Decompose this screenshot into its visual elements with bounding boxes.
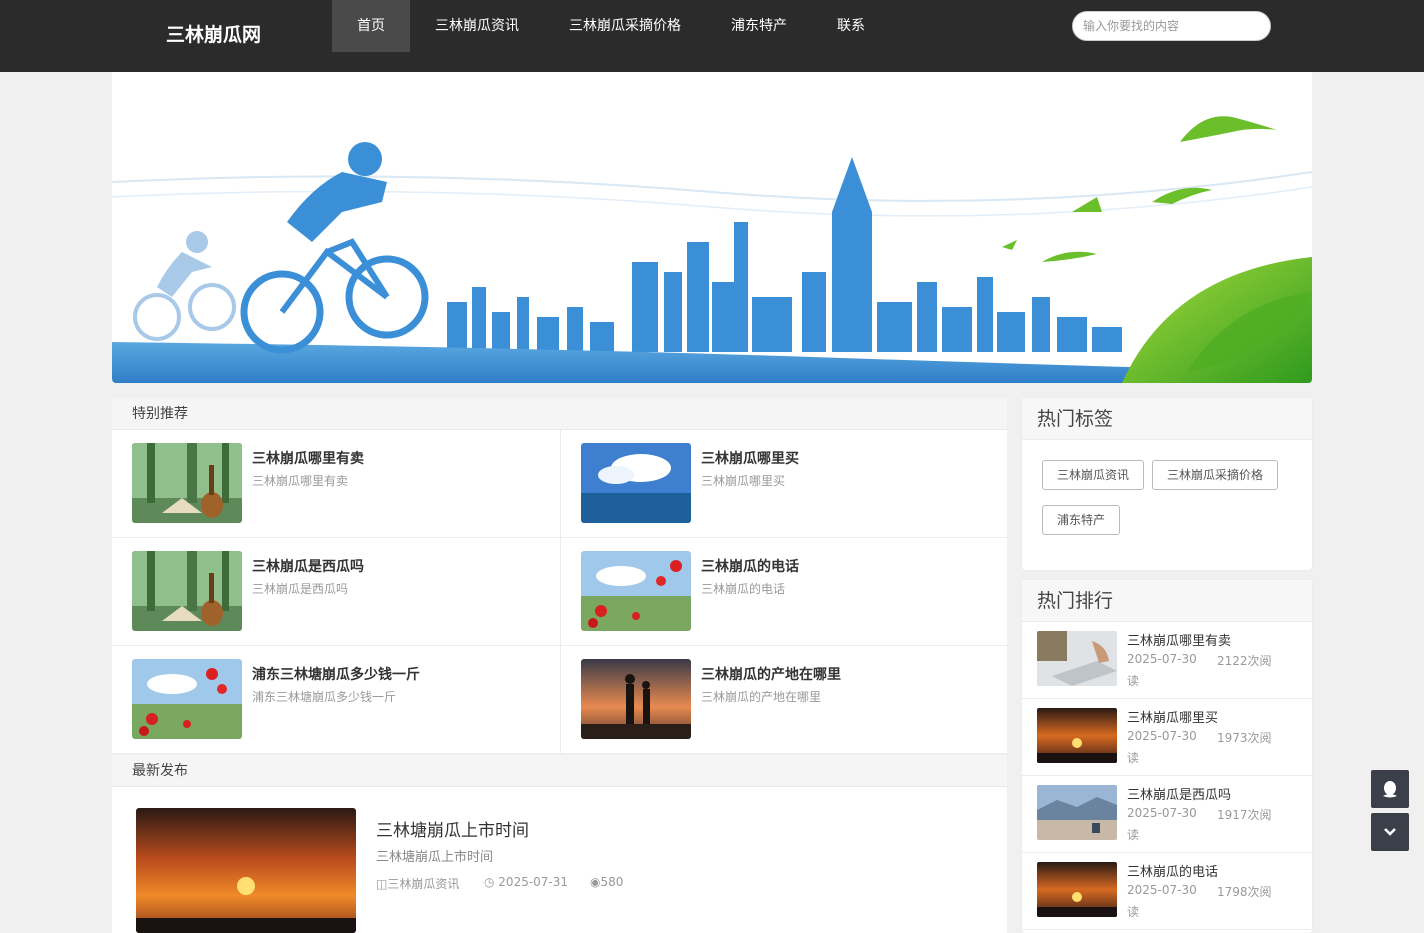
latest-article-desc: 三林塘崩瓜上市时间 xyxy=(376,850,494,865)
ranking-item[interactable]: 三林崩瓜哪里有卖 2025-07-30 2122次阅 读 xyxy=(1022,622,1312,699)
latest-article-category[interactable]: ◫三林崩瓜资讯 xyxy=(376,875,459,892)
ranking-item-views: 2122次阅 xyxy=(1217,654,1272,668)
chevron-down-icon xyxy=(1384,828,1396,836)
qq-contact-button[interactable] xyxy=(1371,770,1409,808)
featured-item-title[interactable]: 三林崩瓜哪里有卖 xyxy=(252,448,364,468)
featured-panel: 特别推荐 三林崩瓜哪里有卖 三林崩瓜哪里有卖 三林崩瓜哪里买 三林崩瓜哪里买 三… xyxy=(112,398,1008,754)
hot-tags-title: 热门标签 xyxy=(1022,398,1312,440)
ranking-item-date: 2025-07-30 xyxy=(1127,652,1197,666)
ranking-item[interactable]: 三林崩瓜是西瓜吗 2025-07-30 1917次阅 读 xyxy=(1022,776,1312,853)
featured-thumb-ocean[interactable] xyxy=(581,443,691,523)
featured-item[interactable]: 三林崩瓜哪里买 三林崩瓜哪里买 xyxy=(560,430,1008,538)
featured-item-title[interactable]: 三林崩瓜的电话 xyxy=(701,556,799,576)
nav-item-home[interactable]: 首页 xyxy=(332,0,410,52)
clock-icon: ◷ xyxy=(484,875,499,889)
scroll-down-button[interactable] xyxy=(1371,813,1409,851)
search-input[interactable] xyxy=(1072,11,1271,41)
ranking-item-title[interactable]: 三林崩瓜哪里买 xyxy=(1127,707,1218,726)
tag-picking-price[interactable]: 三林崩瓜采摘价格 xyxy=(1152,460,1279,490)
site-logo[interactable]: 三林崩瓜网 xyxy=(166,20,261,47)
featured-item[interactable]: 三林崩瓜是西瓜吗 三林崩瓜是西瓜吗 xyxy=(112,538,560,646)
ranking-item-unit: 读 xyxy=(1127,828,1140,842)
featured-item-desc: 三林崩瓜哪里买 xyxy=(701,474,786,488)
featured-item[interactable]: 浦东三林塘崩瓜多少钱一斤 浦东三林塘崩瓜多少钱一斤 xyxy=(112,646,560,754)
featured-item-desc: 浦东三林塘崩瓜多少钱一斤 xyxy=(252,690,397,704)
hot-ranking-panel: 热门排行 三林崩瓜哪里有卖 2025-07-30 2122次阅 读 三林崩瓜哪里… xyxy=(1022,580,1312,933)
latest-article-title[interactable]: 三林塘崩瓜上市时间 xyxy=(376,816,529,841)
featured-thumb-guitar[interactable] xyxy=(132,551,242,631)
qq-icon xyxy=(1383,781,1397,798)
featured-item-title[interactable]: 三林崩瓜是西瓜吗 xyxy=(252,556,364,576)
ranking-item[interactable]: 三林崩瓜哪里买 2025-07-30 1973次阅 读 xyxy=(1022,699,1312,776)
hot-tags-panel: 热门标签 三林崩瓜资讯 三林崩瓜采摘价格 浦东特产 xyxy=(1022,398,1312,570)
latest-article-date: ◷ 2025-07-31 xyxy=(484,875,569,889)
featured-item-desc: 三林崩瓜是西瓜吗 xyxy=(252,582,349,596)
ranking-item-unit: 读 xyxy=(1127,905,1140,919)
eye-icon: ◉ xyxy=(590,875,601,889)
folder-icon: ◫ xyxy=(376,877,388,891)
featured-title: 特别推荐 xyxy=(112,398,1007,430)
ranking-item-unit: 读 xyxy=(1127,674,1140,688)
ranking-thumb-laptop[interactable] xyxy=(1037,631,1117,686)
ranking-item-date: 2025-07-30 xyxy=(1127,883,1197,897)
featured-item-desc: 三林崩瓜的电话 xyxy=(701,582,786,596)
featured-item-title[interactable]: 三林崩瓜哪里买 xyxy=(701,448,799,468)
ranking-item-views: 1973次阅 xyxy=(1217,731,1272,745)
tag-news[interactable]: 三林崩瓜资讯 xyxy=(1042,460,1145,490)
ranking-thumb-sunset[interactable] xyxy=(1037,708,1117,763)
latest-title: 最新发布 xyxy=(112,755,1007,787)
featured-thumb-couple[interactable] xyxy=(581,659,691,739)
ranking-thumb-lake[interactable] xyxy=(1037,785,1117,840)
main-nav: 首页 三林崩瓜资讯 三林崩瓜采摘价格 浦东特产 联系 xyxy=(332,0,890,52)
featured-item[interactable]: 三林崩瓜的产地在哪里 三林崩瓜的产地在哪里 xyxy=(560,646,1008,754)
hot-ranking-title: 热门排行 xyxy=(1022,580,1312,622)
ranking-item-unit: 读 xyxy=(1127,751,1140,765)
ranking-item-date: 2025-07-30 xyxy=(1127,729,1197,743)
ranking-thumb-sunset[interactable] xyxy=(1037,862,1117,917)
ranking-item-title[interactable]: 三林崩瓜哪里有卖 xyxy=(1127,630,1231,649)
nav-item-picking-price[interactable]: 三林崩瓜采摘价格 xyxy=(544,0,706,52)
banner-illustration xyxy=(112,72,1312,383)
featured-item[interactable]: 三林崩瓜哪里有卖 三林崩瓜哪里有卖 xyxy=(112,430,560,538)
ranking-item-title[interactable]: 三林崩瓜是西瓜吗 xyxy=(1127,784,1231,803)
featured-thumb-poppies[interactable] xyxy=(581,551,691,631)
featured-item-title[interactable]: 三林崩瓜的产地在哪里 xyxy=(701,664,841,684)
ranking-item[interactable]: 三林崩瓜的电话 2025-07-30 1798次阅 读 xyxy=(1022,853,1312,930)
ranking-item-views: 1917次阅 xyxy=(1217,808,1272,822)
ranking-item-date: 2025-07-30 xyxy=(1127,806,1197,820)
featured-item-desc: 三林崩瓜的产地在哪里 xyxy=(701,690,822,704)
ranking-item-title[interactable]: 三林崩瓜的电话 xyxy=(1127,861,1218,880)
nav-item-news[interactable]: 三林崩瓜资讯 xyxy=(410,0,544,52)
featured-item-desc: 三林崩瓜哪里有卖 xyxy=(252,474,349,488)
nav-item-contact[interactable]: 联系 xyxy=(812,0,890,52)
featured-thumb-guitar[interactable] xyxy=(132,443,242,523)
latest-article-views: ◉580 xyxy=(590,875,624,889)
featured-item-title[interactable]: 浦东三林塘崩瓜多少钱一斤 xyxy=(252,664,420,684)
ranking-item-views: 1798次阅 xyxy=(1217,885,1272,899)
hero-banner xyxy=(112,72,1312,383)
latest-article-thumb[interactable] xyxy=(136,808,356,933)
featured-thumb-poppies[interactable] xyxy=(132,659,242,739)
tag-pudong-specialty[interactable]: 浦东特产 xyxy=(1042,505,1121,535)
nav-item-pudong-specialty[interactable]: 浦东特产 xyxy=(706,0,812,52)
top-navbar: 三林崩瓜网 首页 三林崩瓜资讯 三林崩瓜采摘价格 浦东特产 联系 xyxy=(0,0,1424,72)
featured-item[interactable]: 三林崩瓜的电话 三林崩瓜的电话 xyxy=(560,538,1008,646)
